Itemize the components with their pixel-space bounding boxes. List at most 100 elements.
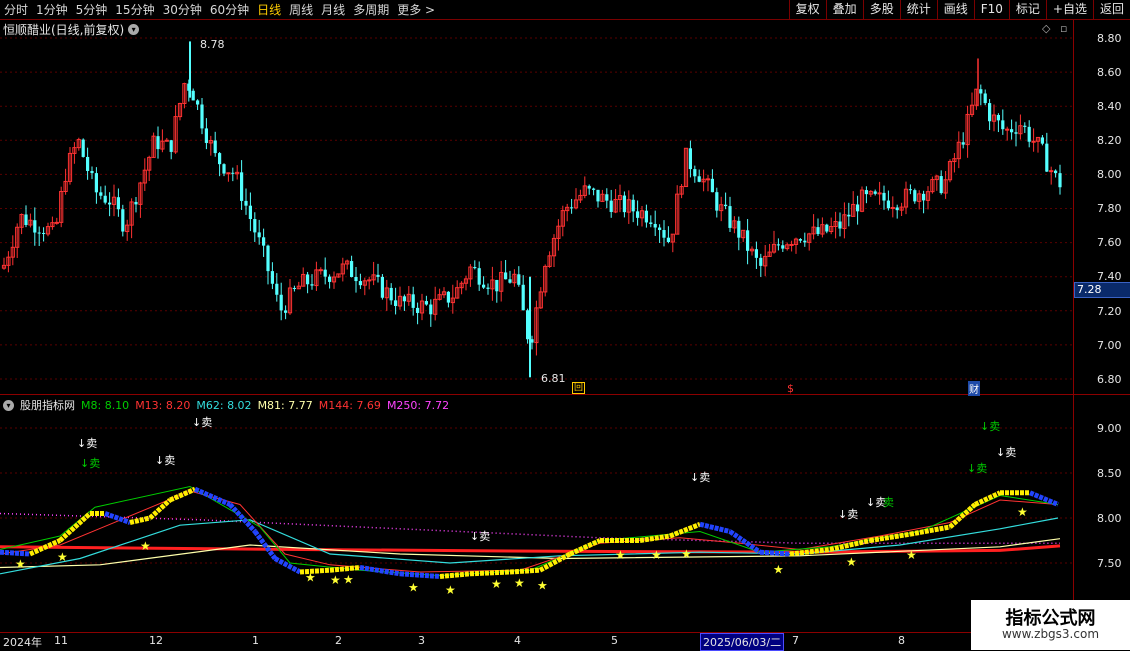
candle-body: [37, 232, 41, 234]
candle-body: [222, 164, 226, 174]
candle-body: [653, 223, 657, 228]
candle-body: [350, 261, 354, 277]
candle-body: [226, 172, 231, 175]
star-icon: ★: [615, 548, 626, 562]
candle-body: [54, 221, 59, 224]
legend-m13: M13: 8.20: [135, 398, 191, 412]
candle-body: [636, 211, 640, 218]
date-label: 3: [418, 634, 425, 647]
candle-body: [710, 178, 714, 193]
sell-signal: ↓卖: [996, 446, 1017, 459]
star-icon: ★: [537, 579, 548, 593]
candle-body: [856, 204, 860, 212]
legend-m144: M144: 7.69: [318, 398, 381, 412]
candle-body: [864, 190, 868, 195]
candle-body: [495, 279, 499, 292]
watermark-logo: 指标公式网 www.zbgs3.com: [971, 600, 1130, 650]
candle-body: [116, 197, 120, 210]
chevron-down-icon[interactable]: ▾: [3, 399, 14, 411]
candle-body: [666, 237, 670, 242]
candle-body: [402, 296, 406, 302]
star-icon: ★: [343, 572, 354, 586]
candle-body: [99, 192, 103, 196]
candle-body: [1045, 143, 1049, 172]
event-mark-repurchase[interactable]: 回: [572, 382, 586, 394]
star-icon: ★: [514, 576, 525, 590]
candle-body: [922, 193, 926, 201]
candle-body: [596, 189, 600, 202]
candle-body: [156, 136, 160, 150]
high-price-marker: 8.78: [200, 38, 225, 51]
candle-body: [473, 267, 477, 269]
star-icon: ★: [330, 573, 341, 587]
candle-body: [890, 206, 895, 209]
candle-body: [424, 301, 428, 305]
price-axis-label: 7.60: [1097, 236, 1122, 249]
star-icon: ★: [1017, 505, 1028, 519]
crosshair-date: 2025/06/03/二: [700, 633, 785, 651]
candle-body: [776, 244, 780, 246]
candle-body: [693, 169, 697, 177]
candle-body: [310, 284, 314, 286]
star-icon: ★: [15, 557, 26, 571]
sell-signal: ↓卖: [980, 420, 1001, 433]
candle-body: [644, 210, 648, 223]
sell-signal-green: 卖: [883, 496, 894, 509]
candle-body: [1005, 128, 1010, 131]
date-label: 4: [514, 634, 521, 647]
candle-body: [354, 276, 358, 282]
candlestick-chart[interactable]: ★★★★ ★ ★★ ★ ★ ★ ★★ ★ ★★★★★: [0, 0, 1130, 650]
candle-body: [196, 100, 200, 105]
candle-body: [42, 232, 46, 234]
candle-body: [306, 274, 310, 285]
candle-body: [262, 237, 266, 246]
candle-body: [649, 222, 653, 224]
candle-body: [477, 268, 481, 285]
sell-signal: ↓卖: [967, 462, 988, 475]
candle-body: [705, 178, 711, 181]
price-axis-label: 7.00: [1097, 339, 1122, 352]
candle-body: [838, 221, 842, 229]
star-icon: ★: [773, 562, 784, 576]
candle-body: [724, 204, 728, 207]
candle-body: [781, 245, 785, 249]
candle-body: [200, 104, 204, 129]
candle-body: [191, 90, 195, 101]
event-mark-finance[interactable]: 财: [968, 381, 980, 396]
star-icon: ★: [681, 547, 692, 561]
candle-body: [715, 192, 719, 211]
star-icon: ★: [408, 580, 419, 594]
candle-body: [789, 243, 794, 246]
candle-body: [939, 176, 943, 194]
candle-body: [798, 239, 802, 241]
candle-body: [631, 199, 635, 212]
candle-body: [257, 232, 261, 238]
candle-body: [688, 148, 692, 170]
candle-body: [622, 195, 626, 213]
date-label: 12: [149, 634, 163, 647]
candle-body: [94, 173, 98, 193]
candle-body: [134, 201, 138, 205]
candle-body: [108, 202, 112, 205]
candle-body: [164, 139, 169, 142]
star-icon: ★: [846, 555, 857, 569]
candle-body: [988, 103, 992, 122]
event-mark-dividend[interactable]: $: [787, 382, 794, 395]
candle-body: [517, 274, 521, 285]
candle-body: [275, 283, 279, 295]
candle-body: [240, 172, 244, 201]
candle-body: [697, 176, 701, 182]
candle-body: [1049, 170, 1054, 173]
date-label: 7: [792, 634, 799, 647]
sell-signal: ↓卖: [838, 508, 859, 521]
candle-body: [508, 279, 512, 283]
candle-body: [328, 276, 332, 282]
star-icon: ★: [651, 548, 662, 562]
indicator-name[interactable]: 股朋指标网: [20, 397, 75, 413]
indicator-axis-label: 9.00: [1097, 422, 1122, 435]
candle-body: [662, 230, 666, 238]
candle-body: [1058, 173, 1062, 188]
candle-body: [587, 185, 591, 189]
candle-body: [570, 207, 574, 209]
candle-body: [121, 209, 125, 232]
